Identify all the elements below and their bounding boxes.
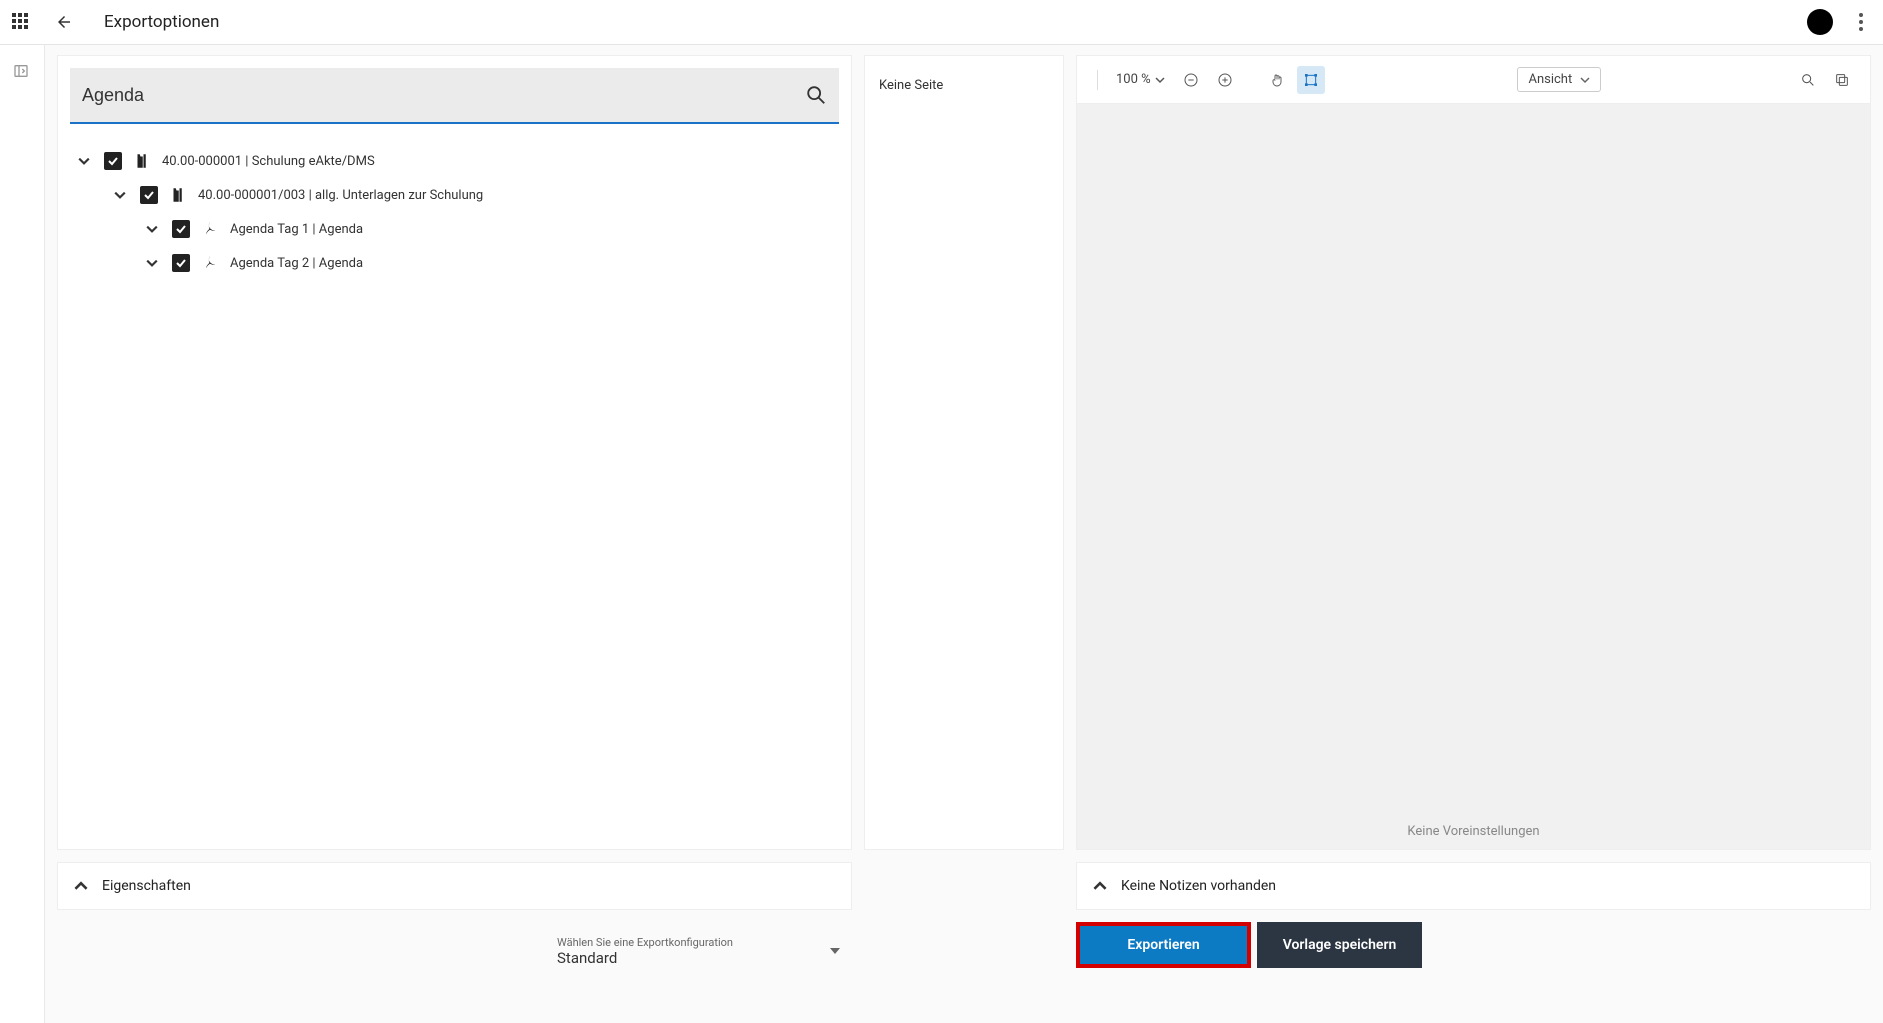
document-tree-panel: 40.00-000001 | Schulung eAkte/DMS 40.00-0… — [57, 55, 852, 850]
top-header: Exportoptionen — [0, 0, 1883, 45]
tree-checkbox[interactable] — [140, 186, 158, 204]
chevron-down-icon[interactable] — [110, 185, 130, 205]
zoom-value: 100 % — [1116, 72, 1151, 87]
view-select-label: Ansicht — [1528, 72, 1572, 87]
more-icon[interactable] — [1851, 12, 1871, 32]
panel-toggle-icon[interactable] — [13, 63, 31, 81]
page-title: Exportoptionen — [104, 12, 219, 32]
export-config-value: Standard — [557, 949, 733, 967]
pan-tool-button[interactable] — [1263, 66, 1291, 94]
back-button[interactable] — [52, 10, 76, 34]
no-presets-label: Keine Voreinstellungen — [1077, 824, 1870, 839]
document-tree: 40.00-000001 | Schulung eAkte/DMS 40.00-0… — [70, 124, 839, 280]
notes-accordion[interactable]: Keine Notizen vorhanden — [1076, 862, 1871, 910]
tree-item-label: Agenda Tag 1 | Agenda — [230, 222, 363, 237]
zoom-select[interactable]: 100 % — [1110, 68, 1171, 91]
pdf-icon — [200, 253, 220, 273]
export-button[interactable]: Exportieren — [1076, 922, 1251, 968]
chevron-down-icon[interactable] — [142, 253, 162, 273]
avatar[interactable] — [1807, 9, 1833, 35]
chevron-down-icon[interactable] — [74, 151, 94, 171]
tree-checkbox[interactable] — [172, 220, 190, 238]
properties-title: Eigenschaften — [102, 878, 191, 894]
chevron-down-icon[interactable] — [142, 219, 162, 239]
preview-search-button[interactable] — [1794, 66, 1822, 94]
zoom-in-button[interactable] — [1211, 66, 1239, 94]
tree-row[interactable]: Agenda Tag 1 | Agenda — [74, 212, 835, 246]
chevron-up-icon — [74, 879, 88, 893]
export-config-select[interactable]: Wählen Sie eine Exportkonfiguration Stan… — [557, 932, 852, 971]
folder-icon — [168, 185, 188, 205]
search-icon[interactable] — [805, 84, 827, 106]
preview-toolbar: 100 % Ansicht — [1077, 56, 1870, 104]
tree-row[interactable]: 40.00-000001/003 | allg. Unterlagen zur … — [74, 178, 835, 212]
tree-item-label: 40.00-000001/003 | allg. Unterlagen zur … — [198, 188, 483, 203]
zoom-out-button[interactable] — [1177, 66, 1205, 94]
left-sidebar-strip — [0, 45, 45, 1023]
search-input[interactable] — [82, 85, 805, 106]
tree-item-label: Agenda Tag 2 | Agenda — [230, 256, 363, 271]
notes-title: Keine Notizen vorhanden — [1121, 878, 1276, 894]
folder-icon — [132, 151, 152, 171]
tree-row[interactable]: Agenda Tag 2 | Agenda — [74, 246, 835, 280]
tree-checkbox[interactable] — [104, 152, 122, 170]
view-select[interactable]: Ansicht — [1517, 67, 1601, 92]
preview-panel: 100 % Ansicht — [1076, 55, 1871, 850]
properties-accordion[interactable]: Eigenschaften — [57, 862, 852, 910]
no-page-label: Keine Seite — [879, 78, 943, 93]
tree-item-label: 40.00-000001 | Schulung eAkte/DMS — [162, 154, 375, 169]
export-config-label: Wählen Sie eine Exportkonfiguration — [557, 936, 733, 949]
tree-row[interactable]: 40.00-000001 | Schulung eAkte/DMS — [74, 144, 835, 178]
page-list-panel: Keine Seite — [864, 55, 1064, 850]
tree-checkbox[interactable] — [172, 254, 190, 272]
selection-tool-button[interactable] — [1297, 66, 1325, 94]
preview-canvas: Keine Voreinstellungen — [1077, 104, 1870, 849]
caret-down-icon — [830, 948, 842, 954]
copy-icon[interactable] — [1828, 66, 1856, 94]
apps-icon[interactable] — [12, 13, 30, 31]
pdf-icon — [200, 219, 220, 239]
chevron-up-icon — [1093, 879, 1107, 893]
save-template-button[interactable]: Vorlage speichern — [1257, 922, 1422, 968]
search-box — [70, 68, 839, 124]
